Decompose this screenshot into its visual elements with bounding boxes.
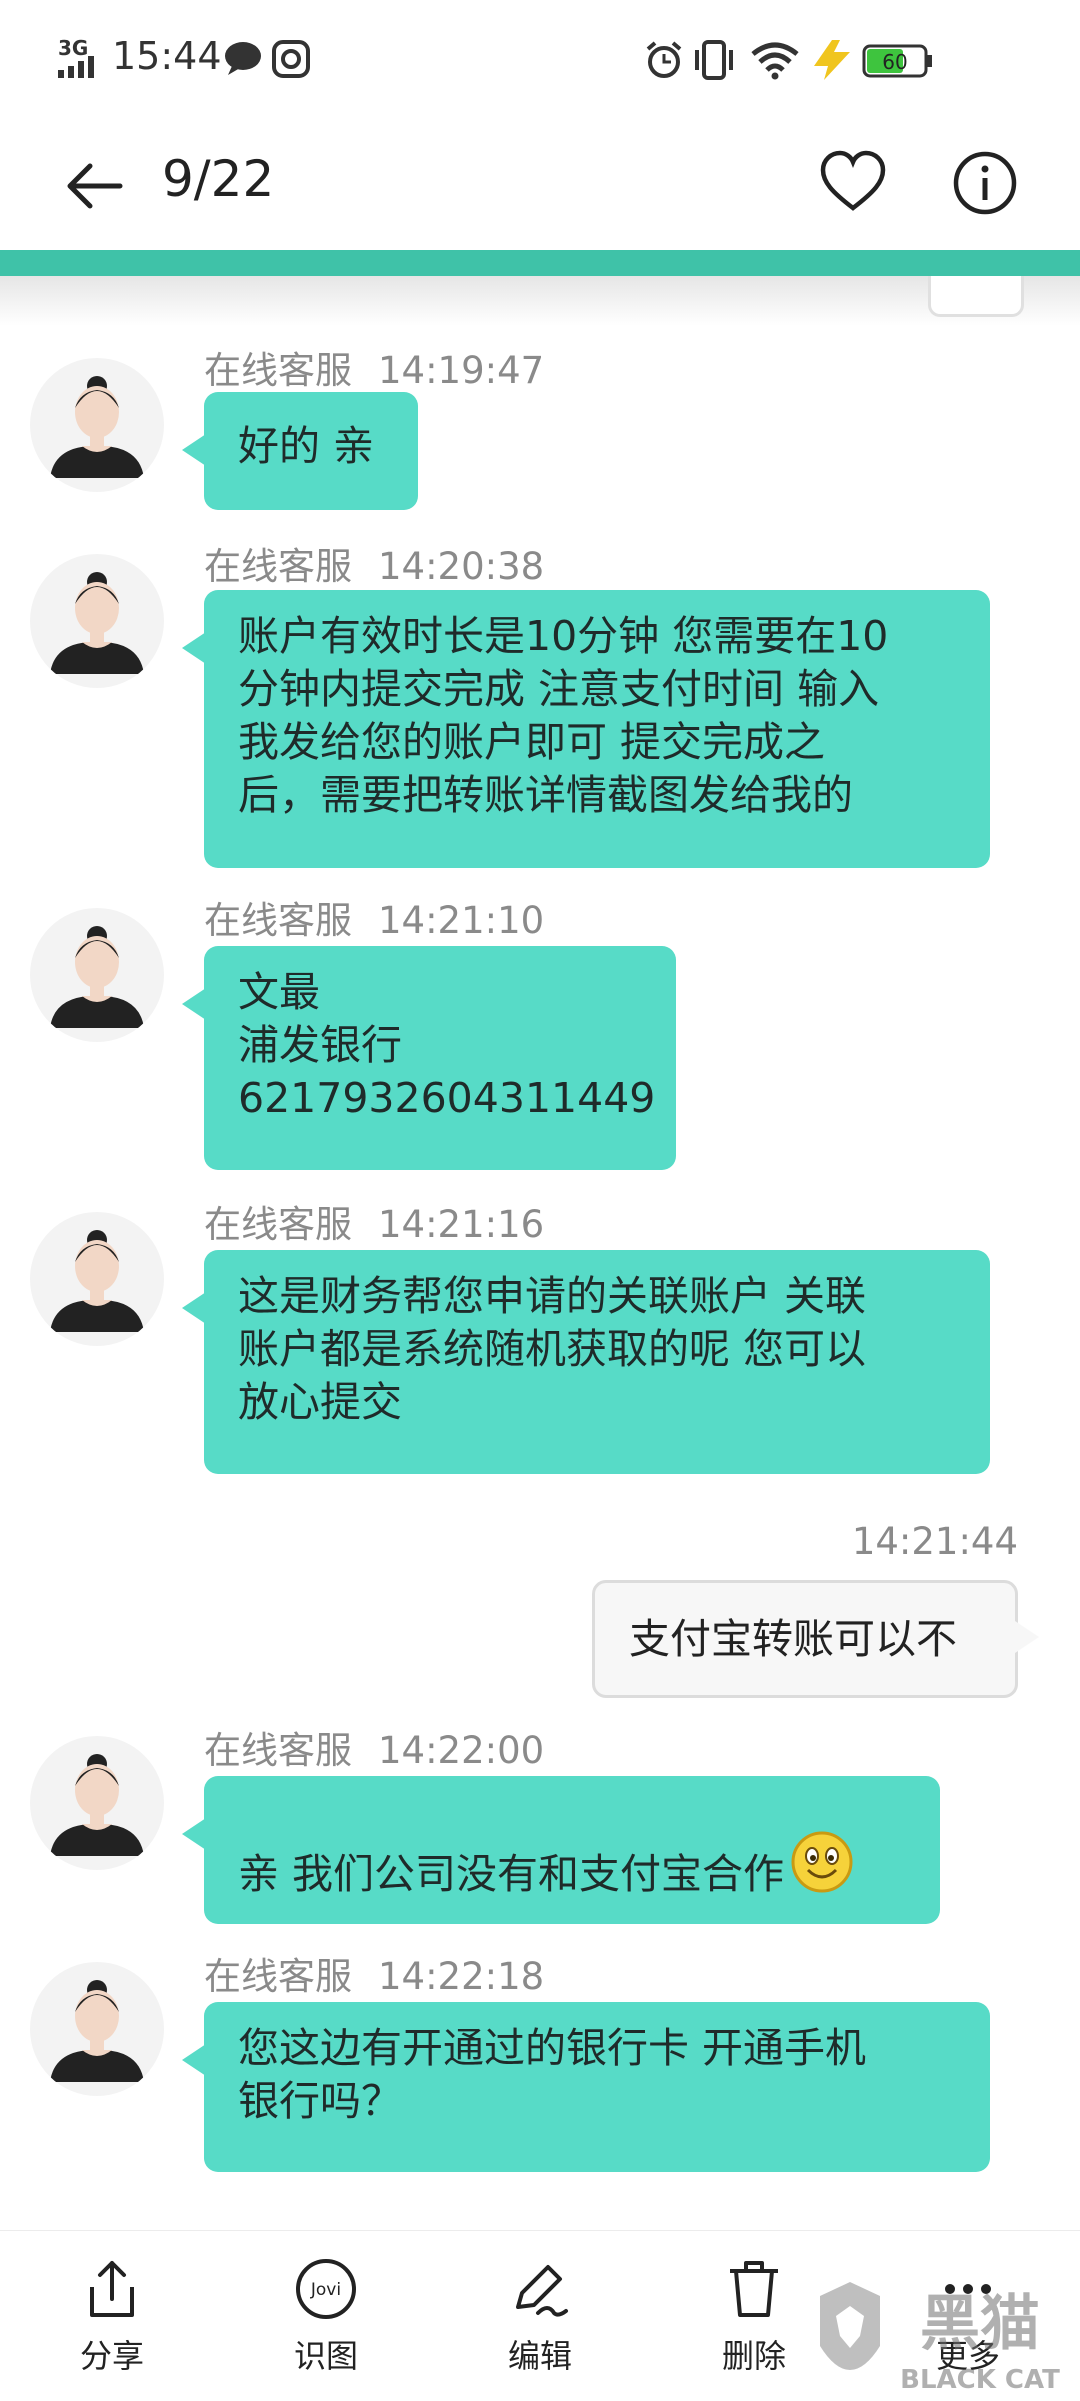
app-notification-icon: [272, 40, 310, 78]
recognize-button[interactable]: Jovi 识图: [256, 2257, 396, 2377]
message-meta: 在线客服 14:22:00: [204, 1720, 544, 1774]
message-icon: [225, 42, 261, 75]
recognize-label: 识图: [293, 2337, 358, 2375]
alarm-icon: [646, 41, 682, 78]
message-time: 14:19:47: [378, 349, 545, 392]
message-text: 亲 我们公司没有和支付宝合作: [238, 1850, 785, 1898]
chat-screenshot: 在线客服 14:19:47 好的 亲 在线客服 14:20:38 账户有效时长是10…: [0, 276, 1080, 2230]
sender-name: 在线客服: [204, 349, 352, 392]
message-bubble: 您这边有开通过的银行卡 开通手机 银行吗？: [182, 2002, 990, 2172]
message-meta: 在线客服 14:21:16: [204, 1194, 544, 1248]
message-time: 14:21:10: [378, 899, 545, 942]
message-line: 好的 亲: [238, 422, 375, 470]
partial-bubble: [928, 276, 1024, 317]
accent-strip: [0, 250, 1080, 276]
sender-name: 在线客服: [204, 1203, 352, 1246]
edit-button[interactable]: 编辑: [470, 2257, 610, 2377]
back-arrow-icon[interactable]: [62, 154, 126, 218]
agent-avatar: [30, 358, 164, 492]
heart-icon[interactable]: [818, 148, 888, 218]
message-meta: 在线客服 14:20:38: [204, 536, 544, 590]
info-icon[interactable]: [950, 148, 1020, 218]
message-line: 放心提交: [238, 1378, 402, 1426]
agent-avatar: [30, 1212, 164, 1346]
wifi-icon: [751, 42, 799, 80]
battery-level: 60: [882, 50, 907, 74]
message-meta: 在线客服 14:22:18: [204, 1946, 544, 2000]
message-meta: 在线客服 14:19:47: [204, 340, 544, 394]
message-bubble: 文最 浦发银行 6217932604311449: [182, 946, 676, 1170]
charging-icon: [814, 40, 850, 80]
outgoing-time: 14:21:44: [851, 1520, 1018, 1563]
share-label: 分享: [79, 2337, 144, 2375]
status-time: 15:44: [112, 34, 222, 78]
edit-label: 编辑: [507, 2337, 572, 2375]
edit-pen-icon: [516, 2265, 568, 2317]
sender-name: 在线客服: [204, 545, 352, 588]
outgoing-bubble: 支付宝转账可以不: [592, 1580, 1039, 1698]
message-bubble: 好的 亲: [182, 392, 418, 510]
sender-name: 在线客服: [204, 1955, 352, 1998]
battery-icon: 60: [862, 44, 932, 78]
image-counter: 9/22: [162, 150, 275, 208]
agent-avatar: [30, 1736, 164, 1870]
message-line: 分钟内提交完成 注意支付时间 输入: [238, 665, 880, 713]
top-shadow: [0, 276, 1080, 326]
message-line: 浦发银行: [238, 1021, 402, 1069]
message-bubble: 亲 我们公司没有和支付宝合作: [182, 1776, 940, 1924]
message-line: 账户都是系统随机获取的呢 您可以: [238, 1325, 867, 1373]
share-button[interactable]: 分享: [42, 2257, 182, 2377]
message-time: 14:22:18: [378, 1955, 545, 1998]
message-bubble: 账户有效时长是10分钟 您需要在10 分钟内提交完成 注意支付时间 输入 我发给…: [182, 590, 990, 868]
message-time: 14:22:00: [378, 1729, 545, 1772]
trash-icon: [730, 2261, 778, 2317]
message-time: 14:21:16: [378, 1203, 545, 1246]
message-line: 账户有效时长是10分钟 您需要在10: [238, 612, 889, 660]
smiley-emoji-icon: [791, 1831, 853, 1893]
message-line: 文最: [238, 968, 320, 1016]
outgoing-text: 支付宝转账可以不: [629, 1615, 957, 1663]
agent-avatar: [30, 908, 164, 1042]
svg-text:BLACK CAT: BLACK CAT: [900, 2365, 1060, 2395]
message-meta: 在线客服 14:21:10: [204, 890, 544, 944]
status-bar: 3G 15:44 60: [0, 0, 1080, 120]
svg-text:黑猫: 黑猫: [920, 2289, 1040, 2359]
sender-name: 在线客服: [204, 899, 352, 942]
vibrate-icon: [695, 40, 733, 80]
message-bubble: 这是财务帮您申请的关联账户 关联 账户都是系统随机获取的呢 您可以 放心提交: [182, 1250, 990, 1474]
share-icon: [90, 2261, 134, 2317]
agent-avatar: [30, 1962, 164, 2096]
svg-text:Jovi: Jovi: [310, 2280, 341, 2300]
title-bar: 9/22: [0, 120, 1080, 250]
message-time: 14:20:38: [378, 545, 545, 588]
agent-avatar: [30, 554, 164, 688]
jovi-recognize-icon: Jovi: [296, 2259, 356, 2319]
message-line: 亲 我们公司没有和支付宝合作: [238, 1830, 907, 1901]
delete-label: 删除: [721, 2337, 786, 2375]
delete-button[interactable]: 删除: [684, 2257, 824, 2377]
message-line: 6217932604311449: [238, 1074, 656, 1122]
message-line: 后，需要把转账详情截图发给我的: [238, 771, 853, 819]
signal-icon: [58, 56, 94, 78]
message-line: 银行吗？: [238, 2077, 402, 2125]
sender-name: 在线客服: [204, 1729, 352, 1772]
black-cat-watermark-logo: 黑猫 BLACK CAT: [820, 2282, 1060, 2395]
message-line: 您这边有开通过的银行卡 开通手机: [238, 2024, 867, 2072]
message-line: 我发给您的账户即可 提交完成之: [238, 718, 826, 766]
message-line: 这是财务帮您申请的关联账户 关联: [238, 1272, 867, 1320]
